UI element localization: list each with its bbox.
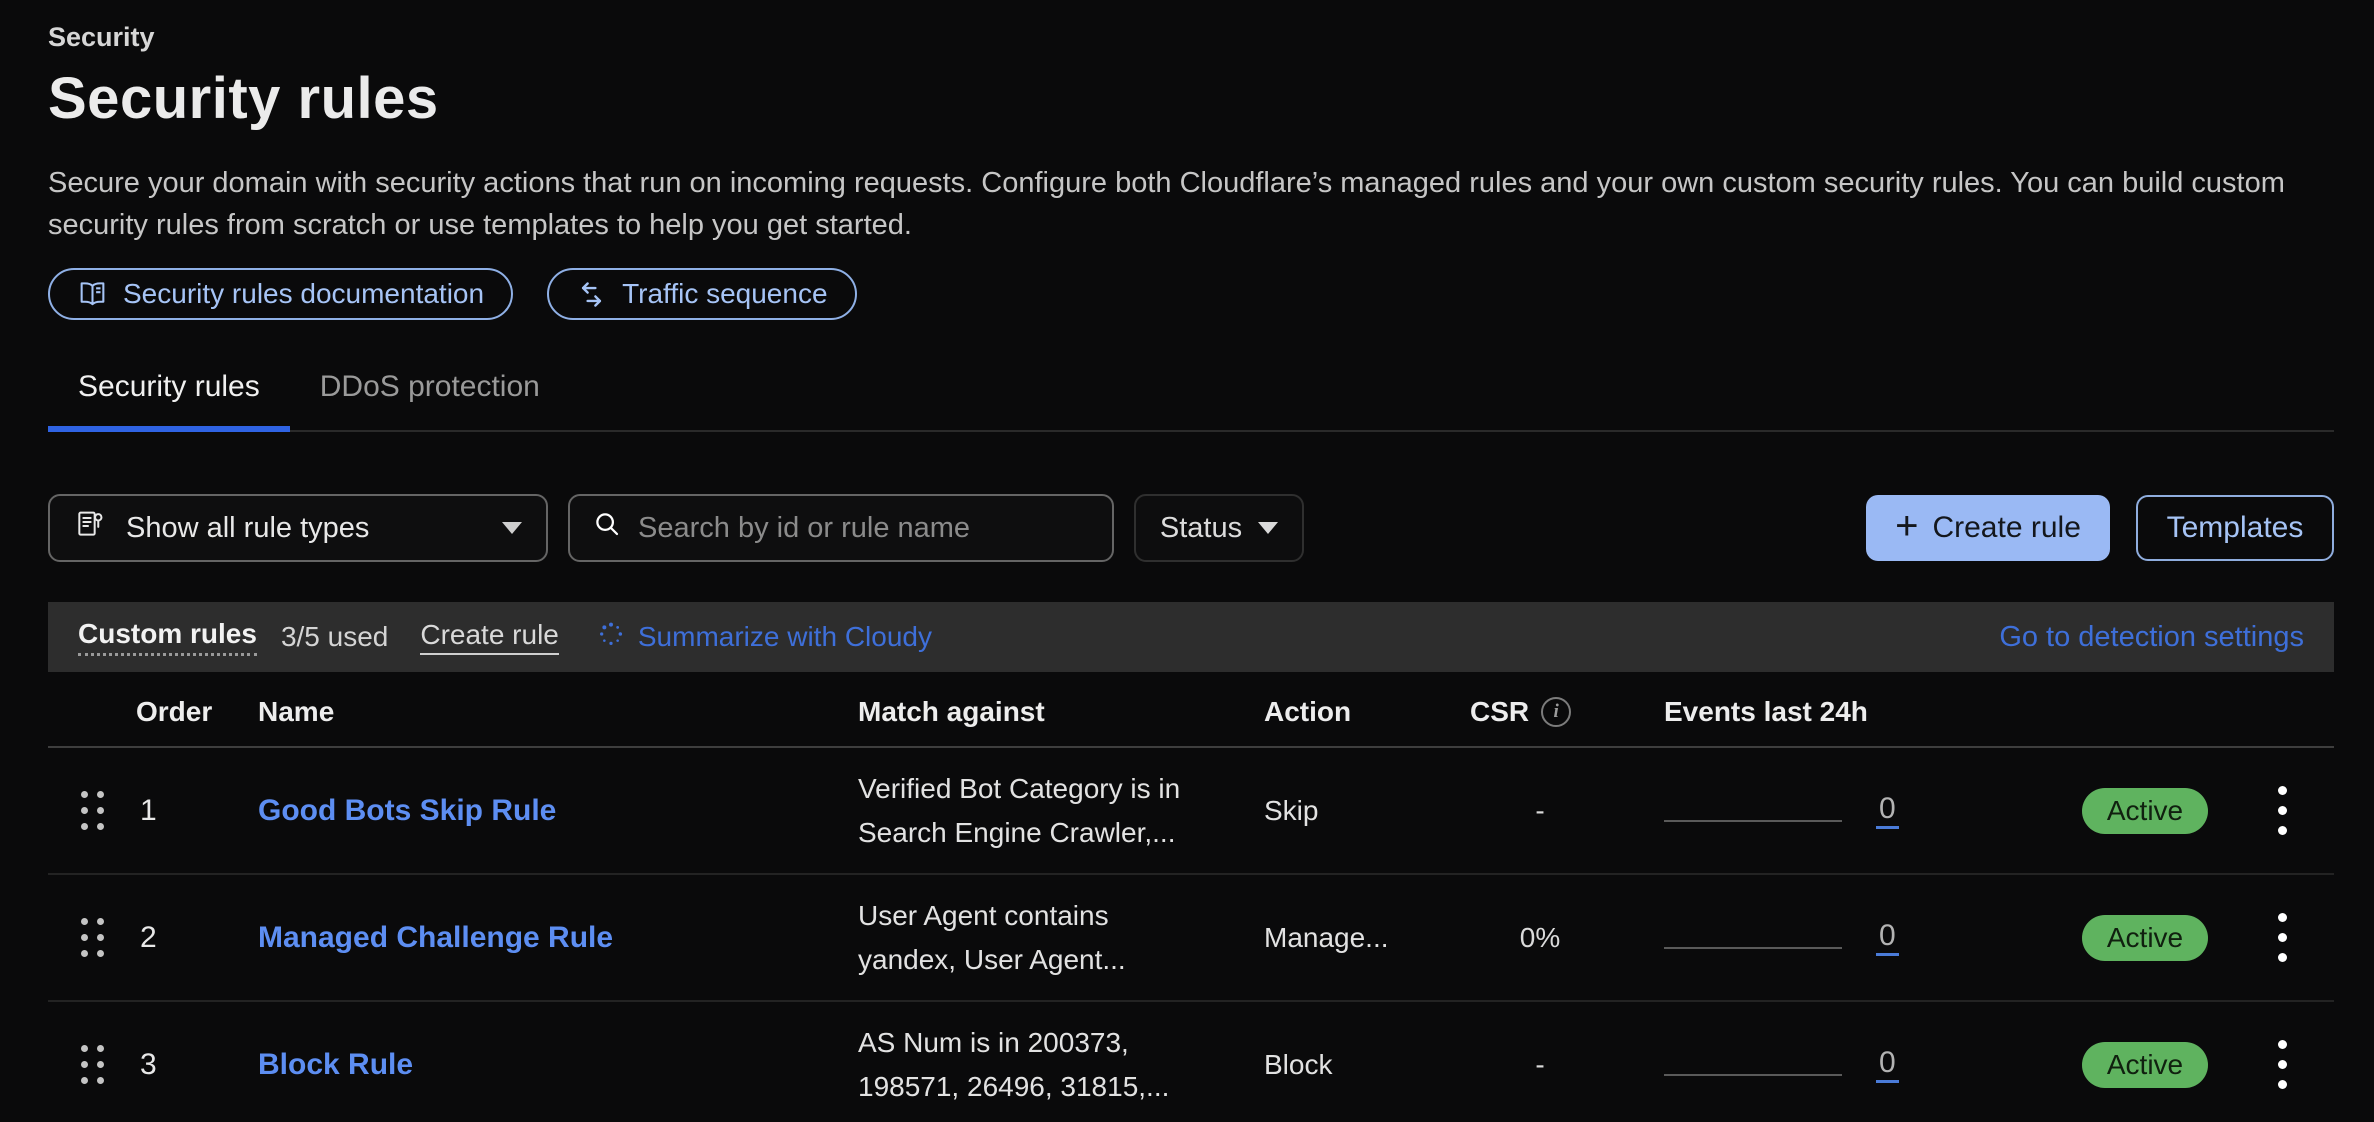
table-row: 1 Good Bots Skip Rule Verified Bot Categ… <box>48 748 2334 875</box>
rule-events: 0 <box>1664 1046 2060 1083</box>
col-name: Name <box>258 696 858 728</box>
custom-rules-usage: 3/5 used <box>281 621 388 653</box>
tab-bar: Security rules DDoS protection <box>48 370 2334 432</box>
info-icon[interactable]: i <box>1541 697 1571 727</box>
csr-header-label: CSR <box>1470 696 1529 728</box>
traffic-button-label: Traffic sequence <box>622 278 827 310</box>
breadcrumb: Security <box>48 22 2334 53</box>
caret-down-icon <box>502 522 522 534</box>
document-wrench-icon <box>74 508 106 548</box>
summarize-label: Summarize with Cloudy <box>638 621 932 653</box>
rule-name-link[interactable]: Good Bots Skip Rule <box>258 794 556 827</box>
rule-events: 0 <box>1664 919 2060 956</box>
rule-match: Verified Bot Category is in Search Engin… <box>858 767 1264 855</box>
rule-name-link[interactable]: Managed Challenge Rule <box>258 921 613 954</box>
rule-action: Manage... <box>1264 922 1470 954</box>
drag-handle-icon[interactable] <box>72 791 112 830</box>
match-line-2: 198571, 26496, 31815,... <box>858 1071 1169 1102</box>
drag-handle-icon[interactable] <box>72 918 112 957</box>
rule-action: Block <box>1264 1049 1470 1081</box>
page-title: Security rules <box>48 65 2334 132</box>
events-count-link[interactable]: 0 <box>1876 1046 1899 1083</box>
rule-order: 2 <box>136 921 258 955</box>
rule-csr: - <box>1470 1049 1610 1081</box>
events-count-link[interactable]: 0 <box>1876 792 1899 829</box>
col-events: Events last 24h <box>1664 696 2060 728</box>
create-rule-label: Create rule <box>1932 511 2080 545</box>
rule-name-link[interactable]: Block Rule <box>258 1048 413 1081</box>
rule-type-filter-select[interactable]: Show all rule types <box>48 494 548 562</box>
go-to-detection-settings-link[interactable]: Go to detection settings <box>1999 621 2304 654</box>
open-book-icon <box>77 279 108 310</box>
rule-order: 1 <box>136 794 258 828</box>
match-line-1: Verified Bot Category is in <box>858 773 1180 804</box>
rule-csr: - <box>1470 795 1610 827</box>
match-line-2: yandex, User Agent... <box>858 944 1126 975</box>
events-sparkline <box>1664 1074 1842 1076</box>
drag-handle-icon[interactable] <box>72 1045 112 1084</box>
tab-ddos-protection[interactable]: DDoS protection <box>290 370 570 430</box>
summarize-with-cloudy-link[interactable]: Summarize with Cloudy <box>597 620 932 655</box>
custom-rules-bar: Custom rules 3/5 used Create rule Summar… <box>48 602 2334 672</box>
caret-down-icon <box>1258 522 1278 534</box>
rule-match: User Agent contains yandex, User Agent..… <box>858 894 1264 982</box>
rule-action: Skip <box>1264 795 1470 827</box>
col-order: Order <box>136 696 258 728</box>
rule-csr: 0% <box>1470 922 1610 954</box>
table-row: 3 Block Rule AS Num is in 200373, 198571… <box>48 1002 2334 1122</box>
status-filter-select[interactable]: Status <box>1134 494 1304 562</box>
sparkle-icon <box>597 620 625 655</box>
match-line-2: Search Engine Crawler,... <box>858 817 1176 848</box>
magnifier-icon <box>592 509 622 547</box>
col-match: Match against <box>858 696 1264 728</box>
status-badge: Active <box>2082 788 2208 834</box>
events-sparkline <box>1664 820 1842 822</box>
col-csr: CSR i <box>1470 696 1664 728</box>
table-row: 2 Managed Challenge Rule User Agent cont… <box>48 875 2334 1002</box>
status-badge: Active <box>2082 915 2208 961</box>
kebab-menu-icon[interactable] <box>2268 776 2297 845</box>
templates-button[interactable]: Templates <box>2136 495 2334 561</box>
rule-match: AS Num is in 200373, 198571, 26496, 3181… <box>858 1021 1264 1109</box>
rule-events: 0 <box>1664 792 2060 829</box>
rule-order: 3 <box>136 1048 258 1082</box>
security-rules-documentation-button[interactable]: Security rules documentation <box>48 268 513 320</box>
match-line-1: User Agent contains <box>858 900 1109 931</box>
swap-arrows-icon <box>576 279 607 310</box>
col-action: Action <box>1264 696 1470 728</box>
header-links: Security rules documentation Traffic seq… <box>48 268 2334 320</box>
page-description: Secure your domain with security actions… <box>48 162 2334 246</box>
filter-toolbar: Show all rule types Status + Create rule… <box>48 494 2334 562</box>
tab-security-rules[interactable]: Security rules <box>48 370 290 430</box>
traffic-sequence-button[interactable]: Traffic sequence <box>547 268 856 320</box>
custom-rules-title[interactable]: Custom rules <box>78 618 257 656</box>
rule-type-filter-value: Show all rule types <box>126 512 369 545</box>
doc-button-label: Security rules documentation <box>123 278 484 310</box>
custom-rules-create-link[interactable]: Create rule <box>420 619 559 655</box>
status-badge: Active <box>2082 1042 2208 1088</box>
events-count-link[interactable]: 0 <box>1876 919 1899 956</box>
kebab-menu-icon[interactable] <box>2268 1030 2297 1099</box>
events-sparkline <box>1664 947 1842 949</box>
create-rule-button[interactable]: + Create rule <box>1866 495 2110 561</box>
table-header-row: Order Name Match against Action CSR i Ev… <box>48 696 2334 748</box>
status-filter-label: Status <box>1160 512 1242 545</box>
kebab-menu-icon[interactable] <box>2268 903 2297 972</box>
search-box <box>568 494 1114 562</box>
security-rules-page: Security Security rules Secure your doma… <box>0 0 2374 1122</box>
match-line-1: AS Num is in 200373, <box>858 1027 1129 1058</box>
search-input[interactable] <box>638 512 1090 545</box>
